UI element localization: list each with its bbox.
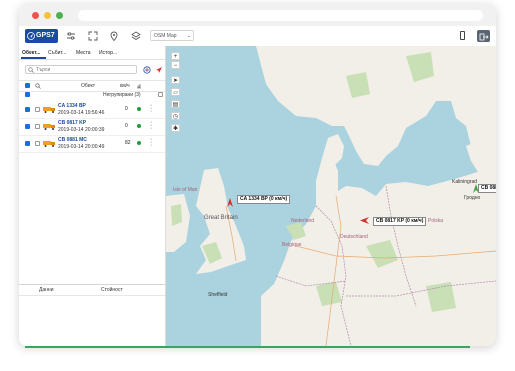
logout-icon: [479, 33, 489, 41]
object-time: 2019-03-14 20:00:39: [58, 127, 105, 133]
history-icon[interactable]: ◷: [171, 112, 180, 120]
sliders-icon[interactable]: [66, 31, 76, 41]
row-visibility-checkbox[interactable]: [35, 124, 40, 129]
app-logo[interactable]: GPS7: [25, 29, 58, 43]
search-input[interactable]: [36, 66, 131, 73]
marker-label: CB 0817 KP (0 км/ч): [373, 217, 427, 226]
details-column-data: Данни: [39, 287, 54, 293]
minimize-window-dot[interactable]: [44, 12, 51, 19]
details-header: Данни Стойност: [19, 285, 165, 296]
logout-button[interactable]: [477, 30, 490, 42]
more-vertical-icon[interactable]: · · ·: [150, 102, 152, 115]
ruler-icon[interactable]: ▱: [171, 88, 180, 96]
app-toolbar: GPS7 OSM Map ⌄: [19, 26, 496, 47]
object-time: 2019-03-14 20:00:49: [58, 144, 105, 150]
sidebar: Обект... Събит... Места Истор... Обект к…: [19, 46, 166, 346]
group-label: Негрупирани (3): [103, 92, 141, 98]
truck-icon: [43, 124, 55, 130]
object-name: CA 1334 BP: [58, 103, 86, 109]
zoom-out-button[interactable]: −: [171, 61, 180, 69]
group-visibility-checkbox[interactable]: [158, 92, 163, 97]
row-checkbox[interactable]: [25, 107, 30, 112]
details-column-value: Стойност: [101, 287, 123, 293]
object-speed: 82: [125, 140, 131, 146]
row-checkbox[interactable]: [25, 124, 30, 129]
table-row[interactable]: CA 1334 BP 2019-03-14 19:56:46 0 · · ·: [19, 101, 165, 119]
browser-window: GPS7 OSM Map ⌄ Обект... Събит... Места И…: [19, 4, 496, 346]
tab-history[interactable]: Истор...: [99, 50, 117, 56]
column-speed[interactable]: км/ч: [120, 83, 130, 89]
vehicle-marker-icon[interactable]: [360, 217, 369, 224]
layers-icon[interactable]: [131, 31, 141, 41]
app-logo-text: GPS7: [36, 32, 55, 39]
print-icon[interactable]: ▤: [171, 100, 180, 108]
place-grodno: Гродно: [464, 195, 481, 201]
object-name: CB 0817 KP: [58, 120, 87, 126]
marker-label: CA 1334 BP (0 км/ч): [237, 195, 291, 204]
tab-places[interactable]: Места: [76, 50, 91, 56]
mobile-icon[interactable]: [460, 31, 465, 40]
map-type-select[interactable]: OSM Map ⌄: [150, 30, 194, 41]
active-tab-indicator: [21, 57, 46, 59]
fullscreen-icon[interactable]: [88, 31, 98, 41]
progress-accent-bar: [25, 346, 470, 348]
vehicle-marker-icon[interactable]: [226, 198, 234, 207]
navigation-arrow-icon: [27, 32, 35, 40]
signal-column-icon: [137, 84, 141, 89]
group-row[interactable]: Негрупирани (3): [19, 90, 165, 99]
details-panel: Данни Стойност: [19, 284, 165, 346]
status-dot: [137, 124, 141, 128]
status-dot: [137, 107, 141, 111]
map-type-value: OSM Map: [154, 33, 177, 39]
place-deutschland: Deutschland: [340, 234, 368, 240]
close-window-dot[interactable]: [32, 12, 39, 19]
map-pin-icon[interactable]: [109, 31, 119, 41]
place-sheffield: Sheffield: [208, 292, 228, 298]
place-polska: Polska: [428, 218, 444, 224]
object-speed: 0: [125, 106, 128, 112]
settings-icon[interactable]: ✱: [171, 124, 180, 132]
object-name: CB 0881 MC: [58, 137, 87, 143]
truck-icon: [43, 107, 55, 113]
search-column-icon[interactable]: [35, 83, 41, 89]
locate-icon[interactable]: ➤: [171, 76, 180, 84]
row-visibility-checkbox[interactable]: [35, 107, 40, 112]
object-time: 2019-03-14 19:56:46: [58, 110, 105, 116]
more-vertical-icon[interactable]: · · ·: [150, 119, 152, 132]
place-great-britain: Great Britain: [204, 215, 238, 221]
map-view[interactable]: + − ➤ ▱ ▤ ◷ ✱ Isle of Man Great Britain …: [166, 46, 496, 346]
truck-icon: [43, 141, 55, 147]
column-object[interactable]: Обект: [81, 83, 95, 89]
address-bar[interactable]: [78, 10, 483, 21]
object-speed: 0: [125, 123, 128, 129]
maximize-window-dot[interactable]: [56, 12, 63, 19]
marker-label: CB 0881 MC: [478, 184, 496, 193]
table-row[interactable]: CB 0817 KP 2019-03-14 20:00:39 0 · · ·: [19, 118, 165, 136]
row-visibility-checkbox[interactable]: [35, 141, 40, 146]
place-belgique: Belgique: [282, 242, 302, 248]
sidebar-tabs: Обект... Събит... Места Истор...: [19, 46, 165, 60]
table-row[interactable]: CB 0881 MC 2019-03-14 20:00:49 82 · · ·: [19, 135, 165, 153]
zoom-in-button[interactable]: +: [171, 52, 180, 60]
status-dot: [137, 141, 141, 145]
browser-chrome: [19, 4, 496, 26]
locate-arrow-icon[interactable]: [155, 66, 163, 74]
more-vertical-icon[interactable]: · · ·: [150, 136, 152, 149]
place-isle-of-man: Isle of Man: [173, 187, 198, 193]
chevron-down-icon: ⌄: [186, 33, 191, 39]
tab-objects[interactable]: Обект...: [22, 50, 40, 56]
row-checkbox[interactable]: [25, 141, 30, 146]
add-object-icon[interactable]: [143, 66, 151, 74]
tab-events[interactable]: Събит...: [48, 50, 66, 56]
group-checkbox[interactable]: [25, 92, 30, 97]
place-nederland: Nederland: [291, 218, 315, 224]
select-all-checkbox[interactable]: [25, 83, 30, 88]
map-canvas: [166, 46, 496, 346]
search-icon: [28, 67, 34, 73]
search-field[interactable]: [25, 65, 137, 74]
